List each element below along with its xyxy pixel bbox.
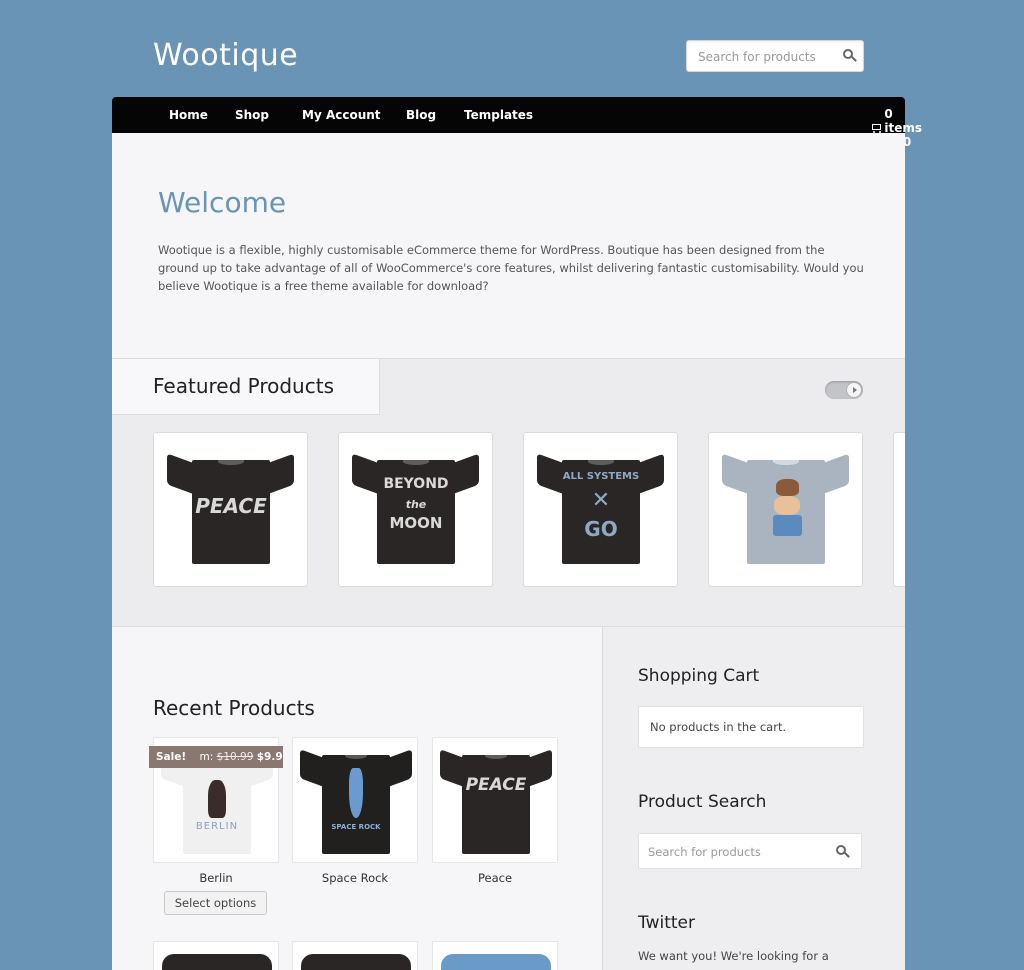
featured-product-card[interactable]: PEACE: [153, 432, 308, 587]
tshirt-print-text: SPACE ROCK: [331, 823, 381, 832]
old-price: $10.99: [216, 751, 254, 763]
site-logo[interactable]: Wootique: [153, 38, 298, 73]
cart-icon: [870, 123, 881, 133]
tshirt-print-text: PEACE: [195, 493, 267, 518]
featured-product-card[interactable]: [708, 432, 863, 587]
sale-price: $9.99: [256, 751, 283, 763]
main-content: Welcome Wootique is a flexible, highly c…: [112, 133, 905, 970]
nav-item-shop[interactable]: Shop: [235, 108, 269, 122]
cart-empty-message: No products in the cart.: [650, 720, 787, 734]
recent-product-image[interactable]: SPACE ROCK: [292, 737, 418, 863]
product-name-space-rock[interactable]: Space Rock: [292, 871, 418, 885]
recent-products-title: Recent Products: [153, 696, 315, 720]
product-name-peace[interactable]: Peace: [432, 871, 558, 885]
tshirt-print-text: the: [405, 498, 427, 512]
shopping-cart-title: Shopping Cart: [638, 666, 760, 686]
recent-product-image[interactable]: [292, 941, 418, 970]
main-navigation: Home Shop My Account Blog Templates 0 it…: [112, 97, 922, 149]
product-name-berlin[interactable]: Berlin: [153, 871, 279, 885]
search-icon[interactable]: [843, 49, 857, 63]
header-search-input[interactable]: Search for products: [686, 40, 864, 72]
featured-product-card[interactable]: ALL SYSTEMS ✕ GO: [523, 432, 678, 587]
tshirt-print-text: BERLIN: [195, 821, 239, 833]
nav-item-templates[interactable]: Templates: [464, 108, 533, 122]
tshirt-image: BEYOND the MOON: [351, 451, 481, 569]
featured-tab: Featured Products: [112, 359, 380, 415]
tshirt-image: PEACE: [439, 746, 553, 858]
recent-product-image[interactable]: [153, 941, 279, 970]
sale-badge: Sale! m: $10.99 $9.99: [149, 746, 283, 768]
twitter-text: We want you! We're looking for a: [638, 949, 829, 963]
tshirt-print-text: ALL SYSTEMS: [562, 471, 640, 483]
cart-widget: No products in the cart.: [638, 706, 864, 748]
twitter-title: Twitter: [638, 913, 695, 933]
sidebar: Shopping Cart No products in the cart. P…: [602, 627, 905, 970]
slider-play-toggle[interactable]: [825, 381, 863, 399]
tshirt-image: PEACE: [166, 451, 296, 569]
featured-product-card[interactable]: BEYOND the MOON: [338, 432, 493, 587]
tshirt-image: SPACE ROCK: [299, 746, 413, 858]
featured-products-section: Featured Products PEACE BEYOND the MOON: [112, 358, 905, 627]
recent-product-image[interactable]: PEACE: [432, 737, 558, 863]
tshirt-image: [721, 451, 851, 569]
tshirt-image: ALL SYSTEMS ✕ GO: [536, 451, 666, 569]
welcome-text: Wootique is a flexible, highly customisa…: [158, 243, 864, 293]
recent-product-image[interactable]: [432, 941, 558, 970]
featured-product-card-partial[interactable]: [893, 432, 905, 587]
sidebar-search-placeholder: Search for products: [648, 845, 761, 859]
search-icon[interactable]: [836, 845, 850, 859]
tshirt-print-text: GO: [584, 517, 618, 542]
nav-item-home[interactable]: Home: [169, 108, 208, 122]
nav-item-blog[interactable]: Blog: [406, 108, 436, 122]
featured-products-title: Featured Products: [153, 374, 334, 398]
sidebar-search-input[interactable]: Search for products: [638, 833, 862, 869]
tshirt-print-text: MOON: [389, 513, 443, 532]
play-icon: [846, 382, 862, 398]
select-options-button[interactable]: Select options: [164, 891, 267, 915]
nav-item-my-account[interactable]: My Account: [302, 108, 381, 122]
product-search-title: Product Search: [638, 792, 767, 812]
header-search-placeholder: Search for products: [698, 50, 816, 64]
tshirt-print-text: BEYOND: [383, 475, 449, 492]
welcome-title: Welcome: [158, 186, 287, 219]
tshirt-print-text: PEACE: [465, 775, 527, 796]
